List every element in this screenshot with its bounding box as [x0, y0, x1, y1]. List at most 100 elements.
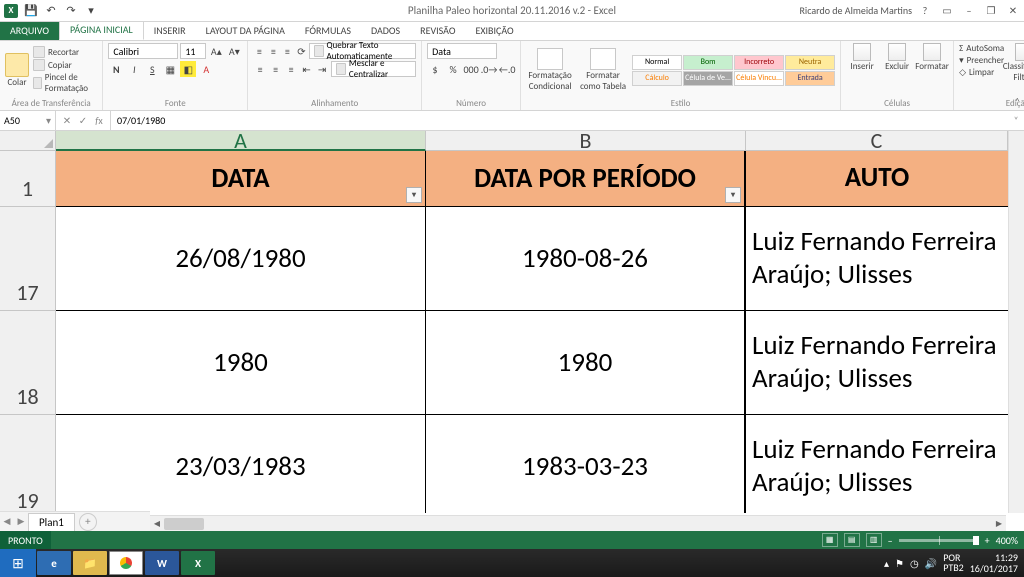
formula-input[interactable]: 07/01/1980 [111, 111, 1008, 130]
tab-file[interactable]: ARQUIVO [0, 21, 59, 40]
taskbar-word-icon[interactable]: W [145, 551, 179, 575]
cancel-formula-icon[interactable]: ✕ [60, 114, 74, 127]
sheet-nav-next-icon[interactable]: ▶ [14, 516, 28, 527]
expand-formula-bar-icon[interactable]: ˅ [1008, 111, 1024, 130]
taskbar-chrome-icon[interactable] [109, 551, 143, 575]
tray-language[interactable]: POR PTB2 [943, 553, 964, 574]
decrease-decimal-icon[interactable]: ←.0 [499, 61, 515, 77]
underline-button[interactable]: S [144, 61, 160, 77]
cell-b18[interactable]: 1980 [426, 311, 746, 415]
style-cell-c-lula-de-ve-[interactable]: Célula de Ve... [683, 71, 733, 86]
decrease-indent-icon[interactable]: ⇤ [300, 61, 314, 77]
insert-cells-button[interactable]: Inserir [846, 43, 878, 97]
row-header-1[interactable]: 1 [0, 151, 56, 207]
decrease-font-icon[interactable]: A▾ [226, 43, 242, 59]
cell-c1[interactable]: AUTO [746, 151, 1008, 207]
start-button[interactable]: ⊞ [0, 549, 36, 577]
format-painter-button[interactable]: Pincel de Formatação [33, 72, 97, 94]
conditional-formatting-button[interactable]: Formatação Condicional [526, 48, 574, 92]
tray-flag-icon[interactable]: ⚑ [895, 557, 904, 570]
style-cell-neutra[interactable]: Neutra [785, 55, 835, 70]
fill-button[interactable]: ▾Preencher [959, 55, 1004, 66]
cell-a18[interactable]: 1980 [56, 311, 426, 415]
style-cell-entrada[interactable]: Entrada [785, 71, 835, 86]
tab-home[interactable]: PÁGINA INICIAL [59, 19, 144, 40]
font-color-button[interactable]: A [198, 61, 214, 77]
restore-icon[interactable]: ❐ [982, 4, 1000, 18]
cell-styles-gallery[interactable]: NormalBomIncorretoNeutraCálculoCélula de… [632, 55, 835, 86]
cut-button[interactable]: Recortar [33, 46, 97, 58]
name-box-dropdown-icon[interactable]: ▾ [46, 114, 51, 127]
wrap-text-button[interactable]: Quebrar Texto Automaticamente [309, 43, 416, 59]
page-layout-view-icon[interactable]: ▤ [844, 533, 860, 547]
zoom-in-icon[interactable]: + [985, 534, 990, 547]
style-cell-c-lula-vincu-[interactable]: Célula Vincu... [734, 71, 784, 86]
increase-font-icon[interactable]: A▴ [208, 43, 224, 59]
number-format-combo[interactable]: Data [427, 43, 497, 59]
ribbon-display-icon[interactable]: ▭ [938, 4, 956, 18]
sort-filter-button[interactable]: Classificar e Filtrar [1008, 43, 1024, 97]
hscroll-thumb[interactable] [164, 518, 204, 530]
close-icon[interactable]: ✕ [1004, 4, 1022, 18]
tab-view[interactable]: EXIBIÇÃO [465, 21, 523, 40]
paste-button[interactable]: Colar [5, 43, 29, 97]
format-as-table-button[interactable]: Formatar como Tabela [579, 48, 627, 92]
tab-formulas[interactable]: FÓRMULAS [295, 21, 361, 40]
cell-b19[interactable]: 1983-03-23 [426, 415, 746, 513]
qat-redo-icon[interactable]: ↷ [62, 2, 80, 20]
cell-c17[interactable]: Luiz Fernando Ferreira Araújo; Ulisses [746, 207, 1008, 311]
column-header-c[interactable]: C [746, 131, 1008, 151]
delete-cells-button[interactable]: Excluir [881, 43, 913, 97]
normal-view-icon[interactable]: ▦ [822, 533, 838, 547]
worksheet-grid[interactable]: A B C 1 DATA▾ DATA POR PERÍODO▾ AUTO 172… [0, 131, 1024, 513]
cell-a19[interactable]: 23/03/1983 [56, 415, 426, 513]
horizontal-scrollbar[interactable]: ◀ ▶ [150, 515, 1006, 531]
qat-undo-icon[interactable]: ↶ [42, 2, 60, 20]
filter-button-b[interactable]: ▾ [725, 187, 741, 203]
italic-button[interactable]: I [126, 61, 142, 77]
autosum-button[interactable]: ΣAutoSoma [959, 43, 1004, 54]
vertical-scrollbar[interactable] [1008, 131, 1024, 513]
filter-button-a[interactable]: ▾ [406, 187, 422, 203]
style-cell-incorreto[interactable]: Incorreto [734, 55, 784, 70]
column-header-b[interactable]: B [426, 131, 746, 151]
align-top-icon[interactable]: ≡ [253, 43, 265, 59]
cell-a17[interactable]: 26/08/1980 [56, 207, 426, 311]
sheet-tab-plan1[interactable]: Plan1 [28, 513, 75, 531]
tab-review[interactable]: REVISÃO [410, 21, 465, 40]
taskbar-excel-icon[interactable]: X [181, 551, 215, 575]
qat-customize-icon[interactable]: ▾ [82, 2, 100, 20]
row-header-18[interactable]: 18 [0, 311, 56, 415]
hscroll-left-icon[interactable]: ◀ [150, 517, 164, 531]
qat-save-icon[interactable]: 💾 [22, 2, 40, 20]
font-name-combo[interactable]: Calibri [108, 43, 178, 59]
taskbar-explorer-icon[interactable]: 📁 [73, 551, 107, 575]
row-header-17[interactable]: 17 [0, 207, 56, 311]
collapse-ribbon-icon[interactable]: ˄ [1015, 95, 1020, 108]
copy-button[interactable]: Copiar [33, 59, 97, 71]
align-center-icon[interactable]: ≡ [269, 61, 283, 77]
font-size-combo[interactable]: 11 [180, 43, 206, 59]
increase-indent-icon[interactable]: ⇥ [315, 61, 329, 77]
tray-clock[interactable]: 11:29 16/01/2017 [970, 552, 1018, 574]
zoom-out-icon[interactable]: – [888, 534, 893, 547]
align-right-icon[interactable]: ≡ [284, 61, 298, 77]
column-header-a[interactable]: A [56, 131, 426, 151]
insert-function-icon[interactable]: fx [92, 114, 106, 127]
bold-button[interactable]: N [108, 61, 124, 77]
tray-network-icon[interactable]: ◷ [910, 557, 919, 570]
style-cell-c-lculo[interactable]: Cálculo [632, 71, 682, 86]
accounting-format-icon[interactable]: $ [427, 61, 443, 77]
cell-c19[interactable]: Luiz Fernando Ferreira Araújo; Ulisses [746, 415, 1008, 513]
format-cells-button[interactable]: Formatar [916, 43, 948, 97]
enter-formula-icon[interactable]: ✓ [76, 114, 90, 127]
percent-format-icon[interactable]: % [445, 61, 461, 77]
new-sheet-button[interactable]: + [79, 513, 97, 531]
increase-decimal-icon[interactable]: .0→ [481, 61, 497, 77]
hscroll-right-icon[interactable]: ▶ [992, 517, 1006, 531]
comma-format-icon[interactable]: 000 [463, 61, 479, 77]
cell-b1[interactable]: DATA POR PERÍODO▾ [426, 151, 746, 207]
clear-button[interactable]: ◇Limpar [959, 67, 1004, 78]
tab-page-layout[interactable]: LAYOUT DA PÁGINA [196, 21, 295, 40]
tab-insert[interactable]: INSERIR [144, 21, 196, 40]
